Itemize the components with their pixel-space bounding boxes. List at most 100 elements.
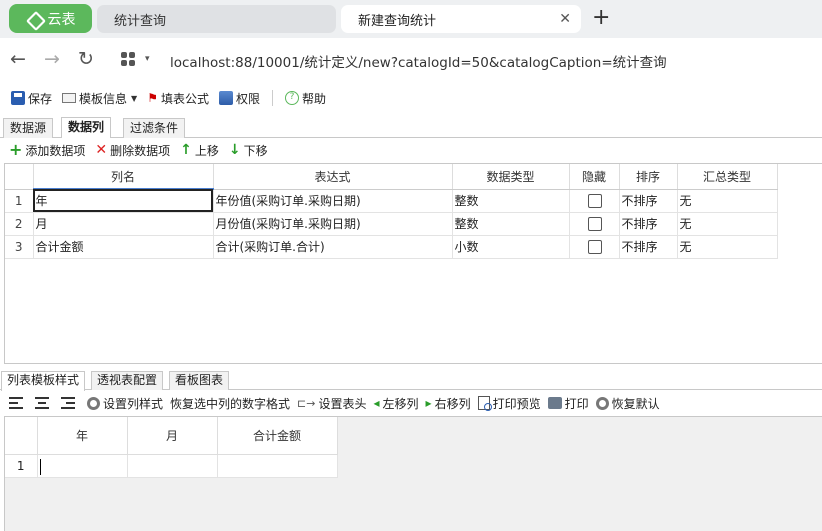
back-arrow-icon[interactable]: ←	[10, 48, 26, 70]
cell-sort[interactable]: 不排序	[619, 235, 678, 259]
app-home-button[interactable]: 云表	[9, 4, 92, 33]
align-center-icon[interactable]	[35, 397, 49, 409]
print-preview-button[interactable]: 打印预览	[477, 395, 541, 412]
cell-col-name[interactable]: 月	[33, 212, 214, 236]
cell-data-type[interactable]: 整数	[452, 189, 570, 213]
move-column-left-button[interactable]: ◂ 左移列	[373, 395, 418, 412]
url-field[interactable]: localhost:88/10001/统计定义/new?catalogId=50…	[170, 51, 667, 71]
cell-data-type[interactable]: 整数	[452, 212, 570, 236]
arrow-left-icon: ◂	[373, 396, 380, 410]
cell-agg-type[interactable]: 无	[677, 189, 778, 213]
tab-datasource[interactable]: 数据源	[3, 118, 54, 138]
set-header-button[interactable]: ⊏→ 设置表头	[297, 395, 366, 412]
save-label: 保存	[28, 91, 53, 106]
help-button[interactable]: ? 帮助	[281, 90, 330, 107]
address-bar-row: ← → ↻ ▾ localhost:88/10001/统计定义/new?cata…	[0, 38, 822, 82]
browser-tab-stats-query[interactable]: 统计查询	[97, 5, 336, 33]
preview-header-month[interactable]: 月	[127, 417, 218, 455]
cell-agg-type[interactable]: 无	[677, 212, 778, 236]
template-info-button[interactable]: 模板信息 ▼	[58, 90, 141, 107]
header-col-name[interactable]: 列名	[33, 164, 214, 190]
forward-arrow-icon[interactable]: →	[44, 48, 60, 70]
column-toolbar: + 添加数据项 ✕ 删除数据项 ↑ 上移 ↓ 下移	[0, 139, 822, 161]
tab-title: 新建查询统计	[358, 13, 437, 29]
preview-cell-total[interactable]	[217, 454, 338, 478]
column-table: 列名 表达式 数据类型 隐藏 排序 汇总类型 1 年 年份值(采购订单.采购日期…	[5, 164, 778, 259]
help-label: 帮助	[301, 91, 326, 106]
tab-pivot-config[interactable]: 透视表配置	[91, 371, 164, 390]
table-row[interactable]: 1	[5, 454, 338, 478]
header-expression[interactable]: 表达式	[213, 164, 453, 190]
lower-tabs: 列表模板样式 透视表配置 看板图表	[0, 369, 822, 391]
header-agg-type[interactable]: 汇总类型	[677, 164, 778, 190]
template-info-label: 模板信息	[79, 91, 128, 106]
template-card-icon	[62, 93, 77, 103]
fill-formula-button[interactable]: ⚑ 填表公式	[143, 90, 213, 107]
floppy-disk-icon	[11, 91, 25, 105]
header-sort[interactable]: 排序	[619, 164, 678, 190]
cell-expression[interactable]: 月份值(采购订单.采购日期)	[213, 212, 453, 236]
save-button[interactable]: 保存	[7, 90, 56, 107]
table-row[interactable]: 1 年 年份值(采购订单.采购日期) 整数 不排序 无	[5, 189, 778, 213]
align-left-icon[interactable]	[9, 397, 23, 409]
printer-icon	[547, 397, 562, 409]
arrow-right-icon: ▸	[425, 396, 432, 410]
new-tab-button[interactable]: +	[592, 6, 610, 30]
toolbar-divider	[271, 90, 273, 106]
permission-button[interactable]: 权限	[215, 90, 264, 107]
set-column-style-button[interactable]: 设置列样式	[87, 395, 163, 412]
delete-x-icon: ✕	[95, 142, 108, 158]
close-icon[interactable]: ✕	[559, 11, 571, 27]
tab-title: 统计查询	[114, 13, 167, 29]
preview-cell-month[interactable]	[127, 454, 218, 478]
move-up-button[interactable]: ↑ 上移	[180, 142, 219, 159]
restore-default-button[interactable]: 恢复默认	[595, 395, 660, 412]
preview-header-year[interactable]: 年	[37, 417, 128, 455]
restore-number-format-button[interactable]: 恢复选中列的数字格式	[170, 395, 290, 412]
move-left-label: 左移列	[382, 396, 419, 411]
tab-data-columns[interactable]: 数据列	[61, 117, 112, 138]
cell-sort[interactable]: 不排序	[619, 189, 678, 213]
header-data-type[interactable]: 数据类型	[452, 164, 570, 190]
browser-tab-new-stats[interactable]: 新建查询统计 ✕	[341, 5, 581, 33]
chevron-down-icon: ▼	[131, 93, 138, 103]
move-down-button[interactable]: ↓ 下移	[229, 142, 268, 159]
add-item-button[interactable]: + 添加数据项	[9, 142, 85, 159]
cell-expression[interactable]: 合计(采购订单.合计)	[213, 235, 453, 259]
align-right-icon[interactable]	[61, 397, 75, 409]
reload-icon[interactable]: ↻	[78, 48, 94, 70]
cell-data-type[interactable]: 小数	[452, 235, 570, 259]
cell-col-name[interactable]: 年	[33, 189, 214, 213]
tab-filter[interactable]: 过滤条件	[123, 118, 186, 138]
hidden-checkbox[interactable]	[588, 216, 602, 231]
print-label: 打印	[564, 396, 589, 411]
tab-list-template-style[interactable]: 列表模板样式	[1, 371, 86, 391]
header-hidden[interactable]: 隐藏	[569, 164, 620, 190]
delete-item-button[interactable]: ✕ 删除数据项	[95, 142, 170, 159]
preview-cell-year[interactable]	[37, 454, 128, 478]
apps-grid-icon[interactable]	[121, 52, 137, 68]
preview-header-rownum	[5, 417, 38, 455]
gear-icon	[595, 396, 609, 410]
delete-item-label: 删除数据项	[110, 143, 171, 158]
cell-expression[interactable]: 年份值(采购订单.采购日期)	[213, 189, 453, 213]
preview-header-total[interactable]: 合计金额	[217, 417, 338, 455]
cell-col-name[interactable]: 合计金额	[33, 235, 214, 259]
move-column-right-button[interactable]: ▸ 右移列	[426, 395, 471, 412]
app-home-label: 云表	[47, 11, 76, 28]
table-header-icon: ⊏→	[297, 396, 316, 410]
cell-hidden[interactable]	[569, 235, 620, 259]
cell-hidden[interactable]	[569, 189, 620, 213]
tab-dashboard-chart[interactable]: 看板图表	[169, 371, 230, 390]
template-style-toolbar: 设置列样式 恢复选中列的数字格式 ⊏→ 设置表头 ◂ 左移列 ▸ 右移列 打印预…	[0, 392, 822, 414]
cell-hidden[interactable]	[569, 212, 620, 236]
print-button[interactable]: 打印	[547, 395, 589, 412]
table-row[interactable]: 2 月 月份值(采购订单.采购日期) 整数 不排序 无	[5, 212, 778, 236]
yunbiao-logo-icon	[26, 11, 42, 27]
chevron-down-icon[interactable]: ▾	[145, 54, 150, 64]
table-row[interactable]: 3 合计金额 合计(采购订单.合计) 小数 不排序 无	[5, 235, 778, 259]
hidden-checkbox[interactable]	[588, 239, 602, 254]
cell-sort[interactable]: 不排序	[619, 212, 678, 236]
hidden-checkbox[interactable]	[588, 193, 602, 208]
cell-agg-type[interactable]: 无	[677, 235, 778, 259]
